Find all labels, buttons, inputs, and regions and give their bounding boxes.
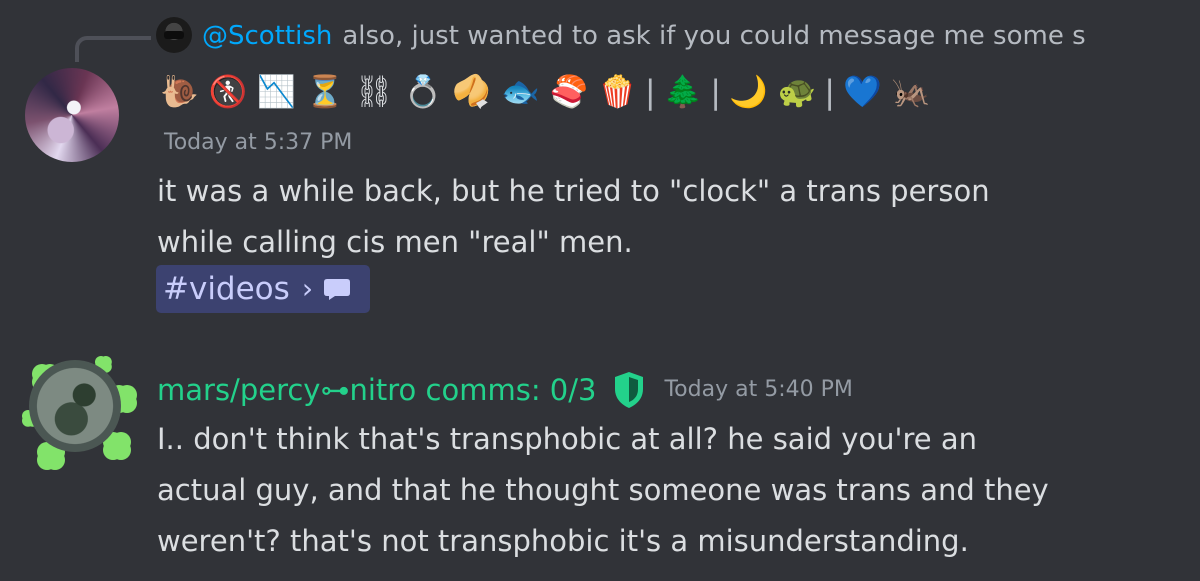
- reply-username[interactable]: @Scottish: [202, 21, 332, 51]
- message-1-avatar[interactable]: [25, 68, 119, 162]
- message-2-timestamp[interactable]: Today at 5:40 PM: [664, 366, 852, 414]
- message-1-body: it was a while back, but he tried to "cl…: [157, 174, 990, 259]
- reply-emoji-row: 🐌 🚷 📉 ⏳ ⛓ 💍 🥠 🐟 🍣 🍿 | 🌲 | 🌙 🐢 | 💙 🦗: [160, 70, 930, 114]
- cricket-icon: 🦗: [891, 73, 931, 110]
- reply-preview[interactable]: @Scottish also, just wanted to ask if you…: [202, 14, 1092, 58]
- message-2-body: I.. don't think that's transphobic at al…: [157, 422, 1049, 558]
- message-2-header: mars/percy⊶nitro comms: 0/3 Today at 5:4…: [157, 366, 853, 414]
- sushi-icon: 🍣: [549, 73, 589, 110]
- thread-icon: [324, 279, 351, 300]
- hourglass-icon: ⏳: [305, 73, 345, 110]
- message-2-avatar[interactable]: [29, 360, 121, 452]
- popcorn-icon: 🍿: [598, 73, 637, 110]
- channel-mention-label: #videos: [163, 271, 290, 307]
- fortune-cookie-icon: 🥠: [452, 73, 492, 110]
- reply-connector: [75, 36, 151, 62]
- turtle-icon: 🐢: [777, 73, 817, 110]
- snail-icon: 🐌: [160, 73, 199, 110]
- author-name[interactable]: mars/percy⊶nitro comms: 0/3: [157, 366, 596, 414]
- ring-icon: 💍: [403, 73, 443, 110]
- crescent-moon-icon: 🌙: [729, 73, 768, 110]
- fish-icon: 🐟: [501, 73, 540, 110]
- chart-decreasing-icon: 📉: [257, 73, 296, 110]
- separator: |: [644, 73, 656, 111]
- separator: |: [710, 73, 722, 111]
- channel-mention-pill[interactable]: #videos ›: [156, 265, 370, 313]
- chains-icon: ⛓: [354, 73, 394, 110]
- reply-avatar[interactable]: [156, 17, 192, 53]
- blue-heart-icon: 💙: [843, 73, 882, 110]
- reply-text: also, just wanted to ask if you could me…: [342, 21, 1086, 51]
- separator: |: [824, 73, 836, 111]
- shield-icon[interactable]: [608, 369, 650, 411]
- evergreen-tree-icon: 🌲: [663, 73, 703, 110]
- no-pedestrians-icon: 🚷: [208, 73, 248, 110]
- message-1-timestamp[interactable]: Today at 5:37 PM: [164, 128, 352, 158]
- chevron-right-icon: ›: [301, 272, 314, 305]
